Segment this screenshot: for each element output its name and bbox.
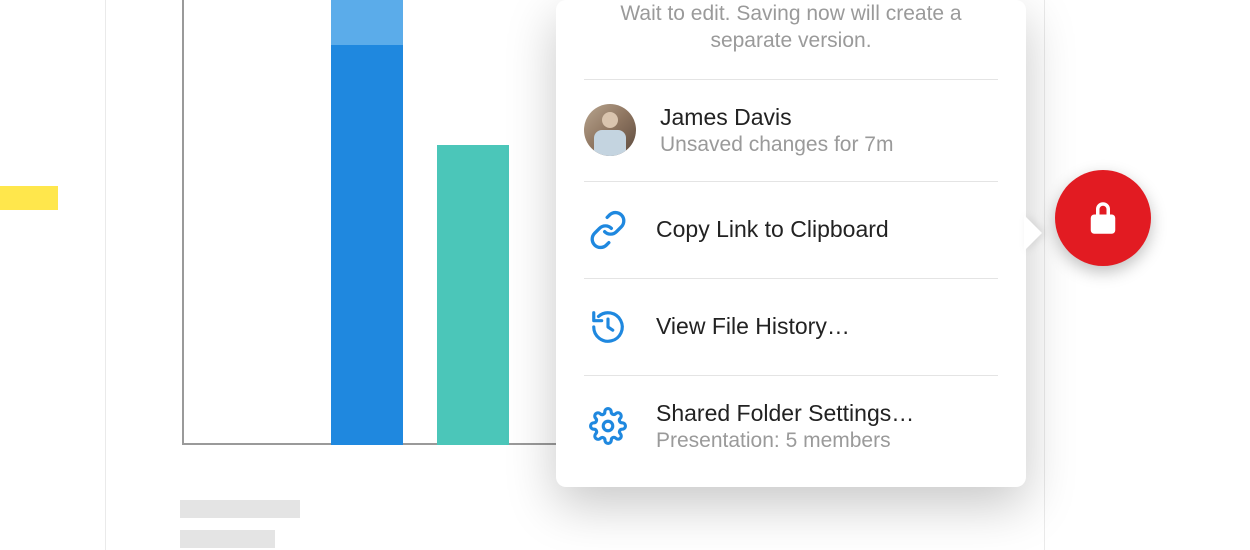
history-icon <box>584 303 632 351</box>
share-popover: Wait to edit. Saving now will create a s… <box>556 0 1026 487</box>
editing-user-row[interactable]: James Davis Unsaved changes for 7m <box>556 80 1026 181</box>
chart-bar-1 <box>331 0 403 445</box>
edit-lock-notice: Wait to edit. Saving now will create a s… <box>556 0 1026 79</box>
file-history-button[interactable]: View File History… <box>556 279 1026 375</box>
bar-chart <box>176 0 596 460</box>
avatar <box>584 104 636 156</box>
chart-y-axis <box>182 0 184 445</box>
side-tab <box>0 186 58 210</box>
file-history-label: View File History… <box>656 313 850 340</box>
user-name: James Davis <box>660 104 893 131</box>
gear-icon <box>584 402 632 450</box>
lock-button[interactable] <box>1055 170 1151 266</box>
folder-settings-sub: Presentation: 5 members <box>656 429 914 453</box>
chart-bar-2 <box>437 145 509 445</box>
link-icon <box>584 206 632 254</box>
copy-link-button[interactable]: Copy Link to Clipboard <box>556 182 1026 278</box>
folder-settings-button[interactable]: Shared Folder Settings… Presentation: 5 … <box>556 376 1026 477</box>
text-placeholder <box>180 530 275 548</box>
user-status: Unsaved changes for 7m <box>660 133 893 157</box>
popover-arrow <box>1024 215 1042 251</box>
text-placeholder <box>180 500 300 518</box>
lock-icon <box>1082 197 1124 239</box>
folder-settings-label: Shared Folder Settings… <box>656 400 914 427</box>
copy-link-label: Copy Link to Clipboard <box>656 216 889 243</box>
